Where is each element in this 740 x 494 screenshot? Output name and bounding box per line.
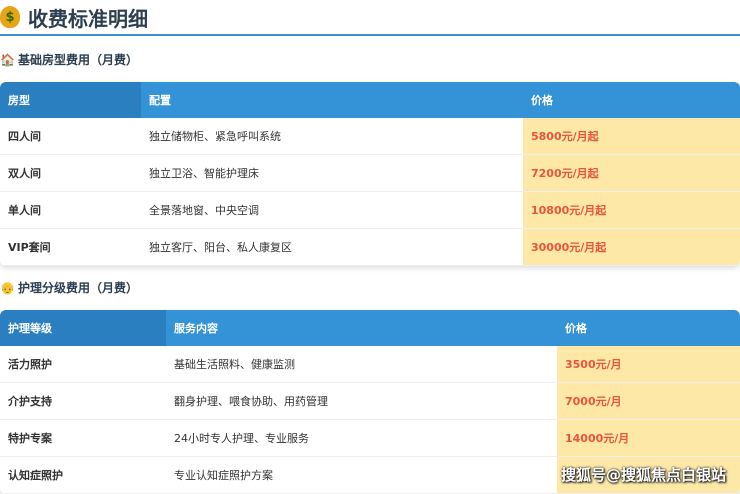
row-price: 5800元/月起 (523, 118, 740, 155)
table-row: 单人间 全景落地窗、中央空调 10800元/月起 (0, 191, 740, 229)
row-name: 单人间 (0, 191, 141, 229)
watermark: 搜狐号@搜狐焦点白银站 (560, 466, 726, 484)
column-header: 服务内容 (166, 310, 557, 346)
row-config: 翻身护理、喂食协助、用药管理 (166, 382, 557, 420)
row-name: 特护专案 (0, 419, 166, 457)
row-name: 认知症照护 (0, 456, 166, 494)
row-config: 独立客厅、阳台、私人康复区 (141, 228, 523, 266)
row-price: 10800元/月起 (523, 191, 740, 229)
column-header: 护理等级 (0, 310, 166, 346)
row-config: 专业认知症照护方案 (166, 456, 557, 494)
section-title: 护理分级费用（月费） (17, 281, 138, 295)
row-name: 双人间 (0, 154, 141, 192)
house-icon: 🏠 (0, 52, 15, 67)
section-heading-care: 👴 护理分级费用（月费） (0, 279, 138, 296)
table-row: 介护支持 翻身护理、喂食协助、用药管理 7000元/月 (0, 382, 740, 420)
table-row: VIP套间 独立客厅、阳台、私人康复区 30000元/月起 (0, 228, 740, 266)
column-header: 房型 (0, 82, 141, 118)
table-row: 活力照护 基础生活照料、健康监测 3500元/月 (0, 346, 740, 383)
row-name: 四人间 (0, 118, 141, 155)
row-price: 7000元/月 (557, 382, 740, 420)
table-row: 双人间 独立卫浴、智能护理床 7200元/月起 (0, 154, 740, 192)
row-price: 30000元/月起 (523, 228, 740, 266)
table-header: 护理等级 服务内容 价格 (0, 310, 740, 346)
elderly-icon: 👴 (0, 280, 15, 295)
section-title: 基础房型费用（月费） (17, 53, 138, 67)
row-config: 24小时专人护理、专业服务 (166, 419, 557, 457)
column-header: 价格 (557, 310, 740, 346)
room-fee-table: 房型 配置 价格 四人间 独立储物柜、紧急呼叫系统 5800元/月起 双人间 独立卫浴、… (0, 82, 740, 266)
row-config: 基础生活照料、健康监测 (166, 346, 557, 383)
table-header: 房型 配置 价格 (0, 82, 740, 118)
row-config: 独立卫浴、智能护理床 (141, 154, 523, 192)
column-header: 配置 (141, 82, 523, 118)
row-name: 活力照护 (0, 346, 166, 383)
page-header: $ 收费标准明细 (0, 0, 740, 36)
row-config: 全景落地窗、中央空调 (141, 191, 523, 229)
column-header: 价格 (523, 82, 740, 118)
money-bag-icon: $ (0, 6, 20, 28)
row-config: 独立储物柜、紧急呼叫系统 (141, 118, 523, 155)
row-price: 14000元/月 (557, 419, 740, 457)
table-row: 特护专案 24小时专人护理、专业服务 14000元/月 (0, 419, 740, 457)
section-heading-room: 🏠 基础房型费用（月费） (0, 51, 138, 68)
row-price: 7200元/月起 (523, 154, 740, 192)
row-price: 3500元/月 (557, 346, 740, 383)
page-title: 收费标准明细 (28, 6, 148, 31)
row-name: VIP套间 (0, 228, 141, 266)
row-name: 介护支持 (0, 382, 166, 420)
table-row: 四人间 独立储物柜、紧急呼叫系统 5800元/月起 (0, 118, 740, 155)
